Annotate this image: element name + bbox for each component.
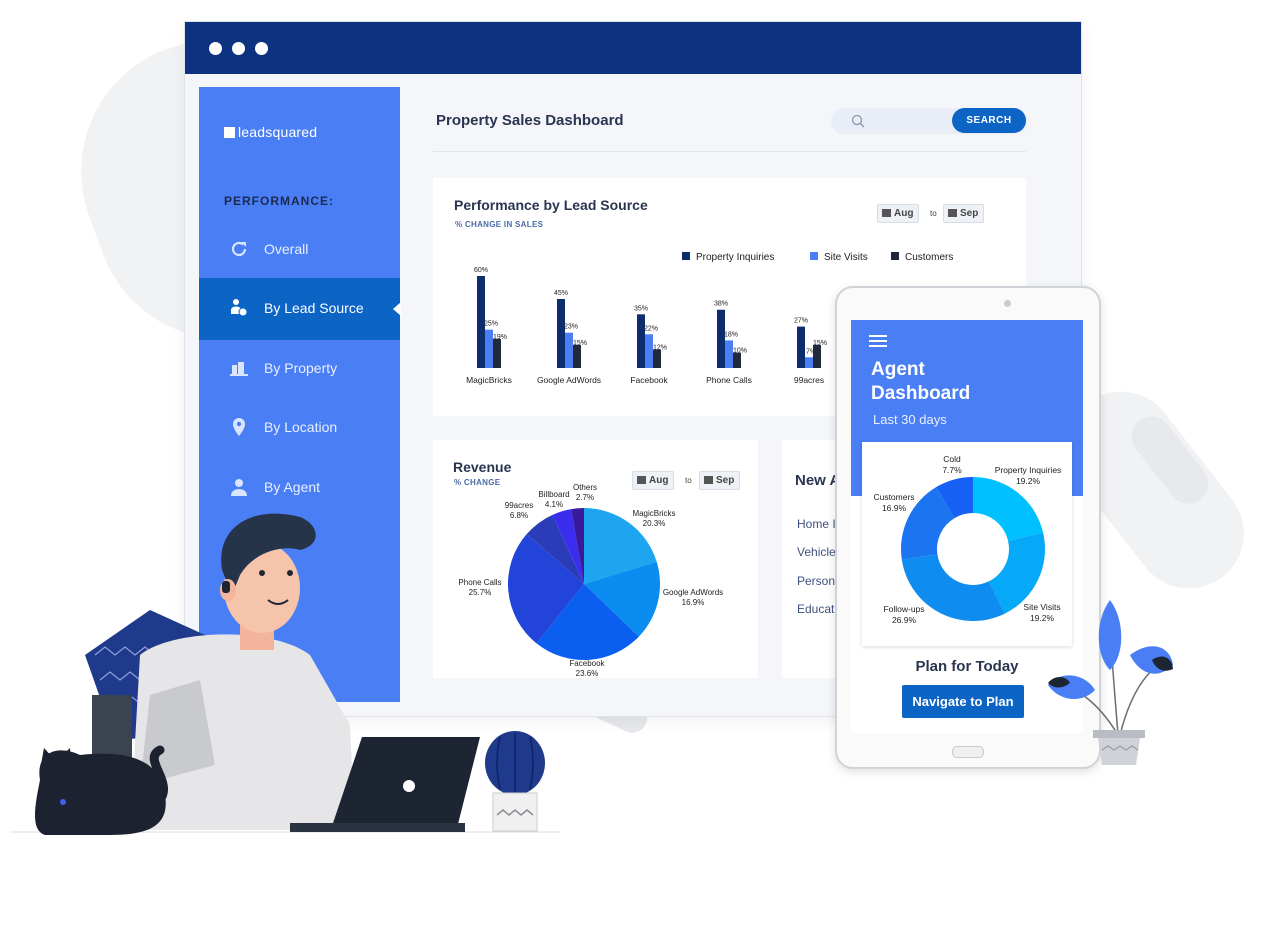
bar[interactable] bbox=[485, 329, 493, 368]
person-illustration bbox=[10, 513, 560, 835]
bar-value-label: 60% bbox=[474, 267, 488, 274]
new-card-item[interactable]: Educat bbox=[797, 602, 834, 616]
donut-slice-value: 7.7% bbox=[942, 465, 962, 475]
bar-value-label: 22% bbox=[644, 325, 658, 332]
pie-slice-value: 2.7% bbox=[576, 493, 594, 502]
bar-value-label: 12% bbox=[653, 345, 667, 352]
user-icon bbox=[231, 479, 247, 496]
bar[interactable] bbox=[637, 314, 645, 368]
headset bbox=[222, 581, 230, 593]
bar[interactable] bbox=[733, 352, 741, 368]
bar[interactable] bbox=[797, 326, 805, 368]
new-card-item[interactable]: Vehicle bbox=[797, 545, 836, 559]
refresh-icon bbox=[231, 241, 247, 257]
donut-slice-value: 26.9% bbox=[892, 615, 917, 625]
sidebar-item-label: By Lead Source bbox=[264, 300, 364, 316]
bar-value-label: 45% bbox=[554, 290, 568, 297]
pie-slice-value: 20.3% bbox=[643, 519, 666, 528]
bar-category-label: Google AdWords bbox=[537, 375, 601, 385]
bar-value-label: 19% bbox=[493, 334, 507, 341]
window-dot-2[interactable] bbox=[232, 42, 245, 55]
agent-dashboard-subtitle: Last 30 days bbox=[873, 412, 947, 427]
sidebar-item-label: By Location bbox=[264, 419, 338, 435]
window-dot-1[interactable] bbox=[209, 42, 222, 55]
plant-illustration bbox=[1048, 600, 1173, 765]
bar-value-label: 25% bbox=[484, 321, 498, 328]
bar-value-label: 18% bbox=[724, 331, 738, 338]
bar[interactable] bbox=[557, 299, 565, 368]
eye-right bbox=[287, 570, 293, 576]
donut-slice-value: 16.9% bbox=[882, 503, 907, 513]
eye-left bbox=[259, 570, 265, 576]
bar-value-label: 15% bbox=[813, 340, 827, 347]
bar[interactable] bbox=[645, 334, 653, 368]
tablet-home-button[interactable] bbox=[952, 746, 984, 758]
pie-slice-value: 16.9% bbox=[682, 598, 705, 607]
window-dot-3[interactable] bbox=[255, 42, 268, 55]
map-pin-icon bbox=[233, 418, 245, 436]
sidebar-item-label: By Property bbox=[264, 360, 338, 376]
pie-slice-name: Others bbox=[573, 483, 597, 492]
new-card-title: New A bbox=[795, 472, 841, 489]
logo-text: leadsquared bbox=[238, 124, 318, 140]
pie-slice-name: MagicBricks bbox=[632, 509, 675, 518]
search-icon bbox=[851, 114, 865, 128]
bar-value-label: 23% bbox=[564, 324, 578, 331]
bar[interactable] bbox=[653, 349, 661, 368]
donut-slice-name: Cold bbox=[943, 454, 961, 464]
logo-mark-icon bbox=[224, 127, 235, 138]
donut-slice-name: Customers bbox=[873, 492, 914, 502]
bar-value-label: 15% bbox=[573, 340, 587, 347]
plant-leaf-tall bbox=[1098, 600, 1122, 670]
header-divider bbox=[433, 151, 1026, 152]
agent-title-line1: Agent bbox=[871, 359, 925, 380]
new-card-item[interactable]: Home I bbox=[797, 517, 836, 531]
laptop-base bbox=[290, 823, 465, 832]
cat-collar-tag bbox=[60, 799, 66, 805]
sidebar-item-by-location[interactable]: By Location bbox=[199, 397, 400, 459]
window-titlebar bbox=[185, 22, 1081, 74]
bar[interactable] bbox=[573, 345, 581, 368]
plant-pot bbox=[1098, 738, 1140, 765]
sidebar-item-by-lead-source[interactable]: By Lead Source bbox=[199, 278, 401, 340]
new-card-item[interactable]: Person bbox=[797, 574, 835, 588]
laptop-logo-icon bbox=[403, 780, 415, 792]
bar[interactable] bbox=[493, 338, 501, 368]
person-icon bbox=[231, 299, 248, 317]
bar-category-label: 99acres bbox=[794, 375, 824, 385]
navigate-to-plan-button[interactable]: Navigate to Plan bbox=[902, 685, 1024, 718]
bar[interactable] bbox=[725, 340, 733, 368]
sidebar-item-label: By Agent bbox=[264, 479, 321, 495]
logo[interactable]: leadsquared bbox=[224, 124, 317, 140]
tablet-camera bbox=[1004, 300, 1011, 307]
plant-pot-rim bbox=[1093, 730, 1145, 738]
bar-value-label: 38% bbox=[714, 301, 728, 308]
bar[interactable] bbox=[565, 332, 573, 368]
bar-value-label: 35% bbox=[634, 305, 648, 312]
hamburger-menu-icon[interactable] bbox=[869, 335, 887, 347]
bar-category-label: MagicBricks bbox=[466, 375, 512, 385]
building-icon bbox=[230, 362, 248, 376]
page-title: Property Sales Dashboard bbox=[436, 112, 624, 129]
bar[interactable] bbox=[805, 357, 813, 368]
donut-slice-name: Follow-ups bbox=[883, 604, 924, 614]
pie-slice-name: Google AdWords bbox=[663, 588, 723, 597]
sidebar-item-label: Overall bbox=[264, 241, 309, 257]
bar-category-label: Facebook bbox=[630, 375, 668, 385]
sidebar-item-overall[interactable]: Overall bbox=[199, 219, 400, 281]
donut-slice-name: Property Inquiries bbox=[995, 465, 1062, 475]
search-button[interactable]: SEARCH bbox=[952, 108, 1026, 133]
pie-slice-name: Billboard bbox=[538, 490, 569, 499]
donut-slice-value: 19.2% bbox=[1016, 476, 1041, 486]
donut-slice[interactable] bbox=[973, 477, 1044, 541]
sidebar-section-label: PERFORMANCE: bbox=[224, 194, 334, 208]
bar-value-label: 27% bbox=[794, 318, 808, 325]
bar-category-label: Phone Calls bbox=[706, 375, 752, 385]
sidebar-item-by-property[interactable]: By Property bbox=[199, 338, 400, 400]
bar[interactable] bbox=[813, 345, 821, 368]
agent-title-line2: Dashboard bbox=[871, 383, 971, 404]
bar[interactable] bbox=[717, 309, 725, 368]
bar-value-label: 10% bbox=[733, 348, 747, 355]
agent-dashboard-title: Agent Dashboard bbox=[871, 358, 970, 406]
